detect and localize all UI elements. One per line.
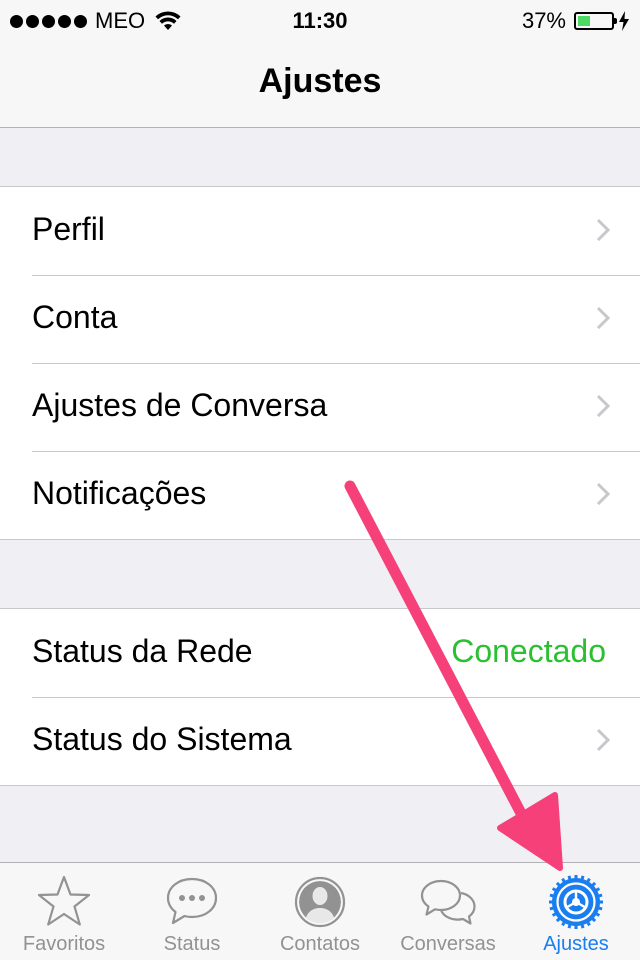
- settings-section-status: Status da Rede Conectado Status do Siste…: [0, 608, 640, 786]
- chevron-right-icon: [596, 728, 610, 752]
- tab-conversas[interactable]: Conversas: [384, 863, 512, 960]
- tab-contatos[interactable]: Contatos: [256, 863, 384, 960]
- row-conta[interactable]: Conta: [0, 275, 640, 363]
- network-status-value: Conectado: [451, 633, 606, 669]
- settings-section-main: Perfil Conta Ajustes de Conversa Notific…: [0, 186, 640, 540]
- row-status-do-sistema[interactable]: Status do Sistema: [0, 697, 640, 785]
- tab-bar: Favoritos Status Contatos Conversas Ajus…: [0, 862, 640, 960]
- row-label: Perfil: [32, 211, 105, 247]
- tab-label: Contatos: [279, 933, 361, 955]
- row-label: Conta: [32, 299, 118, 335]
- tab-status[interactable]: Status: [128, 863, 256, 960]
- row-label: Ajustes de Conversa: [32, 387, 328, 423]
- star-icon: [37, 875, 91, 926]
- charging-bolt-icon: [619, 11, 629, 31]
- page-title: Ajustes: [258, 62, 382, 100]
- status-bar: MEO 11:30 37%: [0, 0, 640, 40]
- battery-icon: [574, 12, 617, 30]
- tab-label: Ajustes: [543, 933, 609, 955]
- person-silhouette-icon: [294, 876, 346, 928]
- speech-bubble-dots-icon: [166, 877, 218, 925]
- row-ajustes-de-conversa[interactable]: Ajustes de Conversa: [0, 363, 640, 451]
- row-label: Status do Sistema: [32, 721, 292, 757]
- navigation-bar: Ajustes: [0, 40, 640, 128]
- battery-percentage: 37%: [521, 8, 566, 33]
- row-notificacoes[interactable]: Notificações: [0, 451, 640, 539]
- battery-fill: [578, 16, 590, 26]
- tab-label: Status: [163, 933, 221, 955]
- tab-ajustes[interactable]: Ajustes: [512, 863, 640, 960]
- chevron-right-icon: [596, 218, 610, 242]
- tab-label: Favoritos: [22, 933, 106, 955]
- row-label: Status da Rede: [32, 633, 253, 669]
- row-label: Notificações: [32, 475, 207, 511]
- gear-icon: [549, 875, 603, 929]
- chevron-right-icon: [596, 306, 610, 330]
- row-perfil[interactable]: Perfil: [0, 187, 640, 275]
- row-status-da-rede[interactable]: Status da Rede Conectado: [0, 609, 640, 697]
- screen: MEO 11:30 37% Ajustes Perfil Conta Ajust…: [0, 0, 640, 960]
- two-speech-bubbles-icon: [420, 879, 476, 925]
- tab-label: Conversas: [400, 933, 496, 955]
- chevron-right-icon: [596, 394, 610, 418]
- chevron-right-icon: [596, 482, 610, 506]
- status-right: 37%: [522, 8, 630, 34]
- tab-favoritos[interactable]: Favoritos: [0, 863, 128, 960]
